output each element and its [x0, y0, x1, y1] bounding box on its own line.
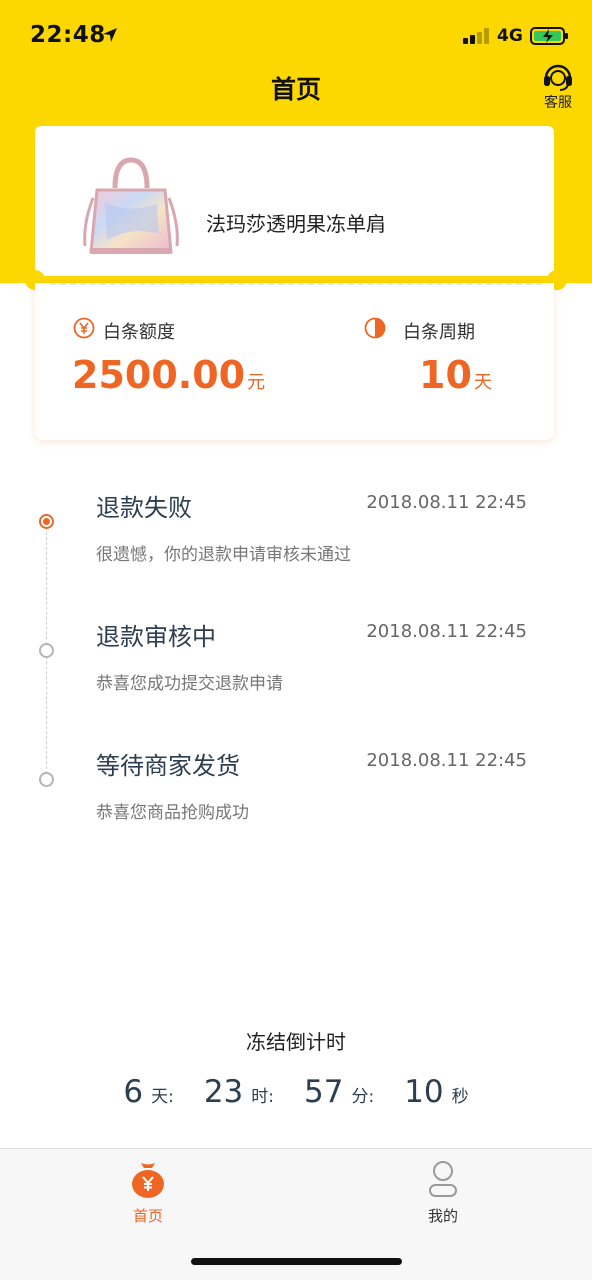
card-divider: [50, 283, 542, 285]
yuan-circle-icon: [73, 317, 95, 339]
product-name: 法玛莎透明果冻单肩: [206, 212, 386, 236]
product-card[interactable]: 法玛莎透明果冻单肩: [35, 126, 554, 276]
network-type: 4G: [497, 26, 523, 46]
countdown-seconds-unit: 秒: [451, 1087, 469, 1107]
status-bar: 22:48 4G: [0, 0, 592, 60]
credit-quota-unit: 元: [247, 372, 266, 393]
credit-quota-amount: 2500.00 元: [72, 353, 265, 397]
countdown-days: 6: [123, 1074, 144, 1110]
timeline-item: 等待商家发货 2018.08.11 22:45 恭喜您商品抢购成功: [0, 728, 592, 838]
countdown-title: 冻结倒计时: [246, 1030, 346, 1054]
timeline-desc: 恭喜您商品抢购成功: [96, 803, 249, 823]
home-indicator: [191, 1258, 402, 1265]
credit-card: 白条额度 2500.00 元 白条周期 10 天: [35, 283, 554, 440]
timeline-title: 等待商家发货: [96, 752, 240, 780]
location-arrow-icon: [103, 28, 117, 42]
money-bag-icon: [132, 1163, 164, 1198]
battery-charging-icon: [530, 27, 568, 45]
countdown-minutes-unit: 分:: [351, 1087, 375, 1107]
product-image: [83, 157, 179, 254]
timeline-dot-active: [39, 514, 54, 529]
signal-icon: [463, 28, 489, 44]
page-title: 首页: [270, 75, 321, 104]
refund-timeline: 退款失败 2018.08.11 22:45 很遗憾，你的退款申请审核未通过 退款…: [0, 470, 592, 830]
timeline-time: 2018.08.11 22:45: [366, 492, 527, 513]
credit-cycle-label: 白条周期: [403, 322, 475, 343]
timeline-dot: [39, 643, 54, 658]
timeline-title: 退款审核中: [96, 623, 216, 651]
countdown-hours: 23: [203, 1074, 244, 1110]
customer-service-button[interactable]: 客服: [538, 60, 578, 112]
countdown-timer: 6 天: 23 时: 57 分: 10 秒: [0, 1074, 592, 1110]
timeline-desc: 很遗憾，你的退款申请审核未通过: [96, 545, 351, 565]
countdown-hours-unit: 时:: [251, 1087, 274, 1107]
countdown-seconds: 10: [404, 1074, 444, 1110]
credit-cycle-unit: 天: [473, 372, 492, 393]
tab-mine-label: 我的: [427, 1207, 458, 1225]
status-time: 22:48: [30, 22, 106, 48]
timeline-desc: 恭喜您成功提交退款申请: [96, 674, 283, 694]
customer-service-label: 客服: [544, 95, 572, 111]
credit-quota-value: 2500.00: [72, 353, 246, 397]
credit-cycle-amount: 10 天: [419, 353, 492, 397]
cycle-pie-icon: [364, 317, 386, 339]
timeline-dot: [39, 772, 54, 787]
countdown-minutes: 57: [304, 1074, 344, 1110]
countdown-days-unit: 天:: [151, 1087, 174, 1107]
timeline-title: 退款失败: [96, 494, 192, 522]
credit-quota-label: 白条额度: [103, 322, 175, 343]
timeline-item: 退款审核中 2018.08.11 22:45 恭喜您成功提交退款申请: [0, 599, 592, 709]
tab-home-label: 首页: [132, 1207, 163, 1225]
tab-mine[interactable]: 我的: [403, 1159, 483, 1226]
timeline-time: 2018.08.11 22:45: [366, 621, 527, 642]
headset-icon: [544, 64, 572, 91]
timeline-time: 2018.08.11 22:45: [366, 750, 527, 771]
credit-cycle-value: 10: [419, 353, 472, 397]
timeline-item: 退款失败 2018.08.11 22:45 很遗憾，你的退款申请审核未通过: [0, 470, 592, 580]
tab-home[interactable]: 首页: [108, 1159, 188, 1226]
user-icon: [429, 1161, 457, 1197]
